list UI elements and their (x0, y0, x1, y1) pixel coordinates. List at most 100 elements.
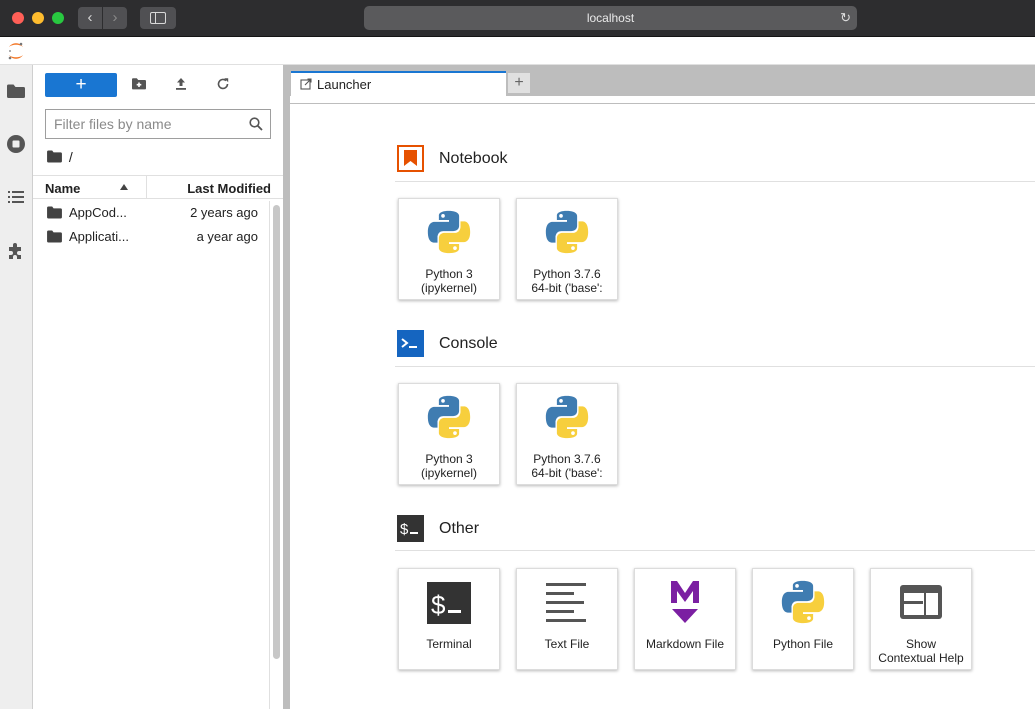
zoom-window-button[interactable] (52, 12, 64, 24)
sidebar-icon (150, 12, 166, 24)
launcher-tab-icon (300, 78, 312, 90)
svg-text:$: $ (400, 521, 409, 538)
contextual-help-icon (900, 585, 942, 619)
new-folder-icon[interactable] (131, 76, 147, 92)
address-bar[interactable]: localhost ↻ (364, 6, 857, 30)
folder-icon (7, 84, 25, 98)
sidebar-toggle-button[interactable] (140, 7, 176, 29)
last-modified-column-header[interactable]: Last Modified (187, 181, 271, 196)
file-modified: a year ago (196, 229, 258, 244)
file-modified: 2 years ago (190, 205, 258, 220)
launcher-card-notebook-python376[interactable]: Python 3.7.6 64-bit ('base': (516, 198, 618, 300)
new-launcher-button[interactable]: + (45, 73, 117, 97)
upload-icon[interactable] (173, 76, 189, 92)
file-list-header: Name Last Modified (33, 175, 283, 199)
text-file-icon (546, 583, 586, 622)
file-name: Applicati... (69, 229, 129, 244)
activity-bar (0, 65, 33, 709)
section-title-other: Other (439, 520, 480, 537)
section-title-notebook: Notebook (439, 150, 508, 167)
python-icon (426, 394, 472, 440)
sort-ascending-icon (120, 184, 128, 190)
launcher-card-console-python376[interactable]: Python 3.7.6 64-bit ('base': (516, 383, 618, 485)
tab-label: Launcher (317, 77, 372, 92)
name-column-label: Name (45, 181, 81, 196)
python-icon (780, 579, 826, 625)
card-label: Python 3 (ipykernel) (420, 267, 477, 295)
table-of-contents-tab[interactable] (5, 186, 27, 208)
python-icon (426, 209, 472, 255)
card-label: Python File (772, 637, 834, 651)
launcher-card-text-file[interactable]: Text File (516, 568, 618, 670)
file-list-scrollbar[interactable] (269, 201, 283, 709)
name-column-header[interactable]: Name (45, 181, 80, 196)
tab-underline (290, 96, 1035, 104)
breadcrumb-path: / (68, 149, 73, 165)
jupyter-top-bar (0, 37, 1035, 65)
file-browser-panel: + / Name Last Modified AppCod... 2 years… (33, 65, 283, 709)
terminal-icon: $ (427, 582, 471, 624)
file-browser-tab[interactable] (5, 80, 27, 102)
svg-text:$: $ (431, 590, 446, 620)
card-label: Python 3.7.6 64-bit ('base': (531, 267, 603, 295)
launcher-card-python-file[interactable]: Python File (752, 568, 854, 670)
folder-icon (47, 230, 62, 243)
section-divider (395, 550, 1035, 551)
console-icon (397, 330, 424, 357)
stop-circle-icon (7, 135, 25, 153)
column-divider (146, 176, 147, 198)
file-row[interactable]: Applicati... a year ago (33, 225, 269, 249)
card-label: Python 3 (ipykernel) (420, 452, 477, 480)
terminal-section-icon: $ (397, 515, 424, 542)
card-label: Show Contextual Help (878, 637, 964, 665)
file-name: AppCod... (69, 205, 127, 220)
browser-toolbar: ‹ › localhost ↻ (0, 0, 1035, 37)
running-sessions-tab[interactable] (5, 133, 27, 155)
launcher-card-contextual-help[interactable]: Show Contextual Help (870, 568, 972, 670)
url-text: localhost (586, 11, 635, 25)
card-label: Markdown File (645, 637, 725, 651)
card-label: Python 3.7.6 64-bit ('base': (531, 452, 603, 480)
add-icon: + (514, 74, 524, 91)
tab-launcher[interactable]: Launcher (291, 71, 506, 97)
card-label: Terminal (426, 637, 472, 651)
launcher-card-markdown-file[interactable]: Markdown File (634, 568, 736, 670)
scrollbar-thumb[interactable] (273, 205, 280, 659)
forward-button[interactable]: › (103, 7, 127, 29)
chevron-right-icon: › (112, 9, 118, 26)
section-title-console: Console (439, 335, 498, 352)
reload-icon[interactable]: ↻ (840, 6, 851, 30)
folder-icon (47, 206, 62, 219)
python-icon (544, 209, 590, 255)
jupyter-logo-icon (8, 42, 23, 60)
python-icon (544, 394, 590, 440)
section-divider (395, 181, 1035, 182)
puzzle-icon (9, 243, 21, 259)
section-divider (395, 366, 1035, 367)
notebook-icon (397, 145, 424, 172)
back-button[interactable]: ‹ (78, 7, 102, 29)
chevron-left-icon: ‹ (87, 9, 93, 26)
card-label: Text File (544, 637, 590, 651)
launcher-panel: Notebook Python 3 (ipykernel) Python 3.7… (290, 104, 1035, 709)
launcher-card-console-python3[interactable]: Python 3 (ipykernel) (398, 383, 500, 485)
file-row[interactable]: AppCod... 2 years ago (33, 201, 269, 225)
main-tab-bar: Launcher + (290, 65, 1035, 97)
home-folder-icon (47, 150, 62, 163)
breadcrumb[interactable]: / (47, 149, 73, 167)
markdown-icon (671, 581, 699, 623)
panel-splitter[interactable] (283, 65, 290, 709)
new-tab-button[interactable]: + (507, 72, 531, 94)
new-launcher-label: + (75, 74, 87, 95)
extension-manager-tab[interactable] (5, 239, 27, 261)
minimize-window-button[interactable] (32, 12, 44, 24)
last-modified-column-label: Last Modified (187, 181, 271, 196)
filter-files-input[interactable] (46, 110, 236, 138)
refresh-icon[interactable] (215, 76, 231, 92)
list-icon (8, 191, 24, 203)
close-window-button[interactable] (12, 12, 24, 24)
filter-files-field[interactable] (45, 109, 271, 139)
search-icon (249, 117, 263, 131)
launcher-card-terminal[interactable]: $ Terminal (398, 568, 500, 670)
launcher-card-notebook-python3[interactable]: Python 3 (ipykernel) (398, 198, 500, 300)
